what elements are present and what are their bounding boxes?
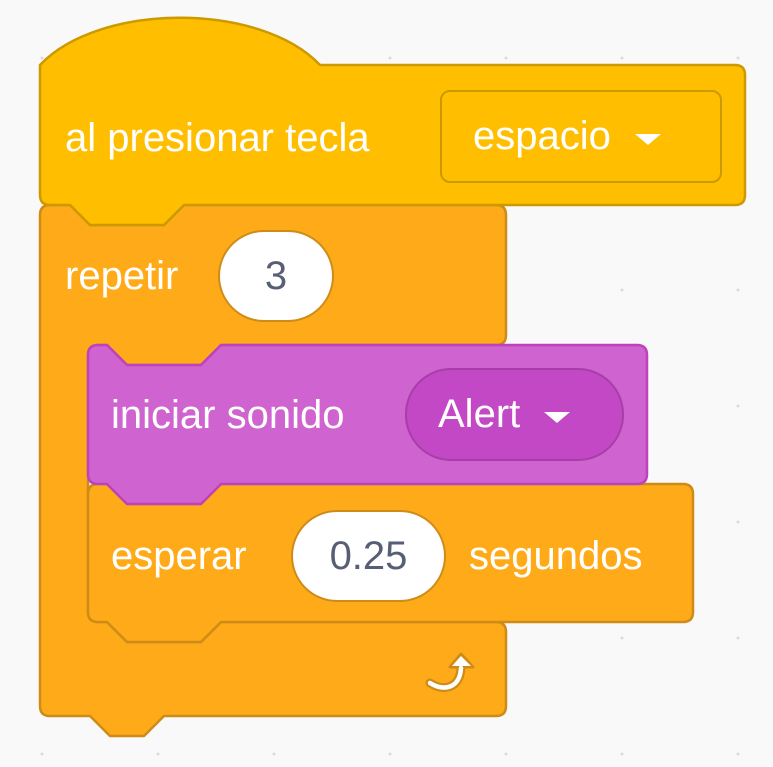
wait-block-unit-label: segundos bbox=[469, 534, 643, 578]
wait-block-label: esperar bbox=[111, 534, 247, 578]
repeat-count-input[interactable]: 3 bbox=[218, 230, 334, 322]
key-dropdown-value: espacio bbox=[473, 114, 611, 158]
sound-block-label: iniciar sonido bbox=[111, 393, 345, 437]
repeat-block-label: repetir bbox=[65, 254, 179, 298]
event-block-label: al presionar tecla bbox=[65, 116, 370, 160]
dropdown-arrow-icon bbox=[544, 412, 571, 423]
loop-arrow-icon bbox=[425, 652, 475, 692]
wait-seconds-input[interactable]: 0.25 bbox=[291, 510, 446, 602]
key-dropdown[interactable]: espacio bbox=[440, 90, 722, 183]
dropdown-arrow-icon bbox=[634, 134, 661, 145]
sound-dropdown-value: Alert bbox=[438, 392, 521, 436]
sound-dropdown[interactable]: Alert bbox=[405, 368, 624, 461]
